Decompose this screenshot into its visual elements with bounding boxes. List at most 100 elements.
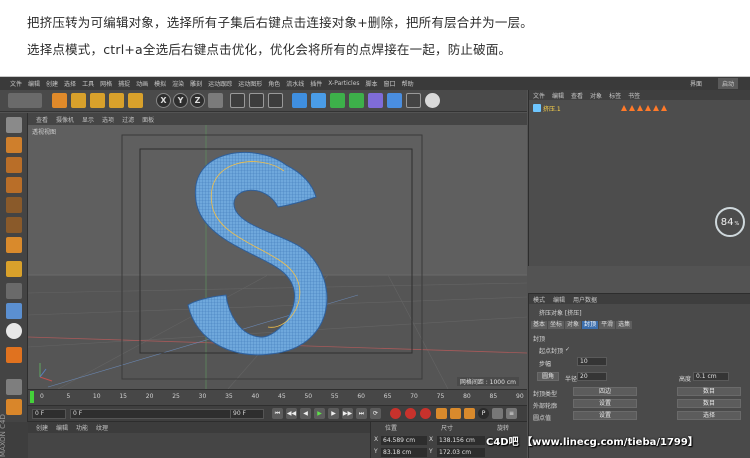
sculpt-icon[interactable]	[6, 347, 22, 363]
tab-basic[interactable]: 基本	[531, 321, 548, 329]
material-menu-create[interactable]: 创建	[36, 423, 48, 432]
selection-tag-icon[interactable]	[637, 105, 643, 111]
next-frame-icon[interactable]: ▶	[328, 408, 339, 419]
deformer-icon[interactable]	[368, 93, 383, 108]
render-view-icon[interactable]	[230, 93, 245, 108]
go-to-end-icon[interactable]: ⏭	[356, 408, 367, 419]
attr-row-right-button[interactable]: 数目	[677, 399, 741, 408]
workplane-icon[interactable]	[6, 177, 22, 193]
am-menu-edit[interactable]: 编辑	[553, 295, 565, 304]
axis-x-icon[interactable]: X	[156, 93, 171, 108]
attr-row-right-button[interactable]: 选择	[677, 411, 741, 420]
key-scale-icon[interactable]	[450, 408, 461, 419]
points-mode-icon[interactable]	[6, 197, 22, 213]
attr-row-button[interactable]: 设置	[573, 399, 637, 408]
start-caps-checkbox[interactable]: ✓	[565, 346, 570, 353]
timeline-ruler[interactable]: 0 5 10 15 20 25 30 35 40 45 50 55 60 65 70 75 80 85 90	[28, 389, 527, 405]
menu-item-plugins[interactable]: 插件	[310, 79, 322, 88]
move-icon[interactable]	[71, 93, 86, 108]
viewport-menu-options[interactable]: 选项	[102, 115, 114, 124]
coord-size-x[interactable]: 138.156 cm	[437, 436, 485, 445]
lock-workplane-icon[interactable]	[6, 379, 22, 395]
material-menu-texture[interactable]: 纹理	[96, 423, 108, 432]
light-icon[interactable]	[425, 93, 440, 108]
next-key-icon[interactable]: ▶▶	[342, 408, 353, 419]
menu-item-tools[interactable]: 工具	[82, 79, 94, 88]
menu-item-script[interactable]: 脚本	[366, 79, 378, 88]
prev-key-icon[interactable]: ◀◀	[286, 408, 297, 419]
go-to-start-icon[interactable]: ⏮	[272, 408, 283, 419]
menu-item-character[interactable]: 角色	[268, 79, 280, 88]
om-menu-tag[interactable]: 标签	[609, 91, 621, 100]
prev-frame-icon[interactable]: ◀	[300, 408, 311, 419]
menu-item-mograph[interactable]: 运动图形	[238, 79, 262, 88]
height-input[interactable]: 0.1 cm	[693, 372, 729, 381]
coord-position-y[interactable]: 83.18 cm	[381, 448, 427, 457]
xpresso-icon[interactable]	[6, 399, 22, 415]
fillet-button[interactable]: 圆角	[537, 372, 559, 381]
om-menu-object[interactable]: 对象	[590, 91, 602, 100]
start-frame-field[interactable]: 0 F	[70, 409, 246, 419]
menu-item-edit[interactable]: 编辑	[28, 79, 40, 88]
axis-y-icon[interactable]: Y	[173, 93, 188, 108]
snap-icon[interactable]	[6, 303, 22, 319]
selection-tag-icon[interactable]	[653, 105, 659, 111]
key-rotation-icon[interactable]	[464, 408, 475, 419]
attr-row-button[interactable]: 设置	[573, 411, 637, 420]
menu-item-file[interactable]: 文件	[10, 79, 22, 88]
keyframe-selection-icon[interactable]	[420, 408, 431, 419]
axis-mode-icon[interactable]	[6, 261, 22, 277]
edges-mode-icon[interactable]	[6, 217, 22, 233]
end-frame-field[interactable]: 90 F	[230, 409, 264, 419]
viewport-menu-panel[interactable]: 面板	[142, 115, 154, 124]
texture-mode-icon[interactable]	[6, 157, 22, 173]
key-position-icon[interactable]	[436, 408, 447, 419]
material-menu-edit[interactable]: 编辑	[56, 423, 68, 432]
menu-item-render[interactable]: 渲染	[172, 79, 184, 88]
coordinate-system-icon[interactable]	[208, 93, 223, 108]
om-menu-edit[interactable]: 编辑	[552, 91, 564, 100]
record-icon[interactable]	[390, 408, 401, 419]
key-pla-icon[interactable]	[492, 408, 503, 419]
menu-item-sculpt[interactable]: 雕刻	[190, 79, 202, 88]
selection-tag-icon[interactable]	[645, 105, 651, 111]
attr-row-right-button[interactable]: 数目	[677, 387, 741, 396]
menu-item-snap[interactable]: 捕捉	[118, 79, 130, 88]
radius-input[interactable]: 20	[577, 372, 607, 381]
current-frame-field[interactable]: 0 F	[32, 409, 66, 419]
polygons-mode-icon[interactable]	[6, 237, 22, 253]
floor-icon[interactable]	[387, 93, 402, 108]
phong-tag-icon[interactable]	[621, 105, 627, 111]
viewport-menu-display[interactable]: 显示	[82, 115, 94, 124]
attr-row-button[interactable]: 四边	[573, 387, 637, 396]
menu-item-motion-tracking[interactable]: 运动跟踪	[208, 79, 232, 88]
material-menu-function[interactable]: 功能	[76, 423, 88, 432]
select-cursor-icon[interactable]	[52, 93, 67, 108]
tab-caps[interactable]: 封顶	[582, 321, 599, 329]
s-logo-icon[interactable]	[6, 323, 22, 339]
am-menu-mode[interactable]: 模式	[533, 295, 545, 304]
live-select-icon[interactable]	[128, 93, 143, 108]
menu-item-help[interactable]: 帮助	[402, 79, 414, 88]
pen-spline-icon[interactable]	[311, 93, 326, 108]
loop-icon[interactable]: ⟳	[370, 408, 381, 419]
key-param-icon[interactable]: P	[478, 408, 489, 419]
make-editable-icon[interactable]	[6, 117, 22, 133]
model-mode-icon[interactable]	[6, 137, 22, 153]
viewport-menu-camera[interactable]: 摄像机	[56, 115, 74, 124]
menu-item-select[interactable]: 选择	[64, 79, 76, 88]
camera-icon[interactable]	[406, 93, 421, 108]
cube-icon[interactable]	[292, 93, 307, 108]
om-menu-view[interactable]: 查看	[571, 91, 583, 100]
rotate-icon[interactable]	[109, 93, 124, 108]
cloner-icon[interactable]	[349, 93, 364, 108]
coord-position-x[interactable]: 64.589 cm	[381, 436, 427, 445]
selection-tag-icon[interactable]	[661, 105, 667, 111]
menu-item-xparticles[interactable]: X-Particles	[328, 80, 359, 87]
selection-tag-icon[interactable]	[629, 105, 635, 111]
scale-icon[interactable]	[90, 93, 105, 108]
render-settings-icon[interactable]	[268, 93, 283, 108]
menu-item-animate[interactable]: 动画	[136, 79, 148, 88]
subdivision-icon[interactable]	[330, 93, 345, 108]
object-name[interactable]: 挤压.1	[543, 104, 561, 113]
